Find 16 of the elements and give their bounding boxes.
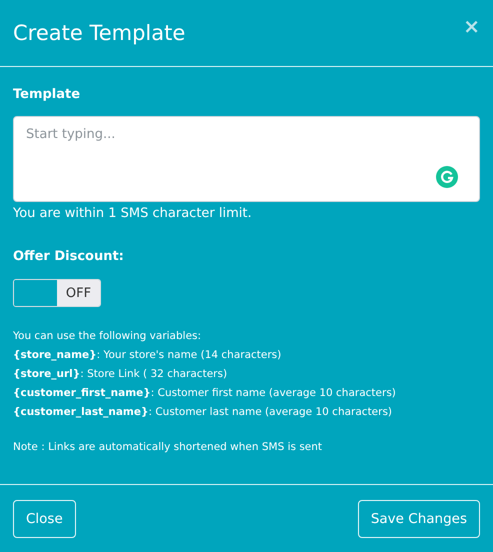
- variable-description: {customer_last_name}: Customer last name (average 10 characters): [13, 405, 394, 420]
- note-text: Note : Links are automatically shortened when SMS is sent: [13, 441, 324, 453]
- variable-description: {customer_first_name}: Customer first name (average 10 characters): [13, 386, 397, 401]
- close-button[interactable]: Close: [13, 500, 76, 538]
- grammar-check-icon[interactable]: [436, 166, 458, 188]
- save-button[interactable]: Save Changes: [358, 500, 480, 538]
- variable-description: {store_url}: Store Link ( 32 characters): [13, 367, 228, 382]
- dialog-title: Create Template: [13, 21, 186, 45]
- template-field[interactable]: Start typing...: [13, 116, 480, 202]
- discount-toggle[interactable]: OFF: [13, 279, 101, 307]
- field-label: Template: [13, 87, 82, 104]
- field-label: Offer Discount:: [13, 249, 125, 266]
- variables-intro: You can use the following variables:: [13, 329, 202, 344]
- limit-hint: You are within 1 SMS character limit.: [13, 206, 253, 221]
- close-button[interactable]: ×: [463, 16, 480, 36]
- variable-description: {store_name}: Your store's name (14 characters): [13, 348, 282, 363]
